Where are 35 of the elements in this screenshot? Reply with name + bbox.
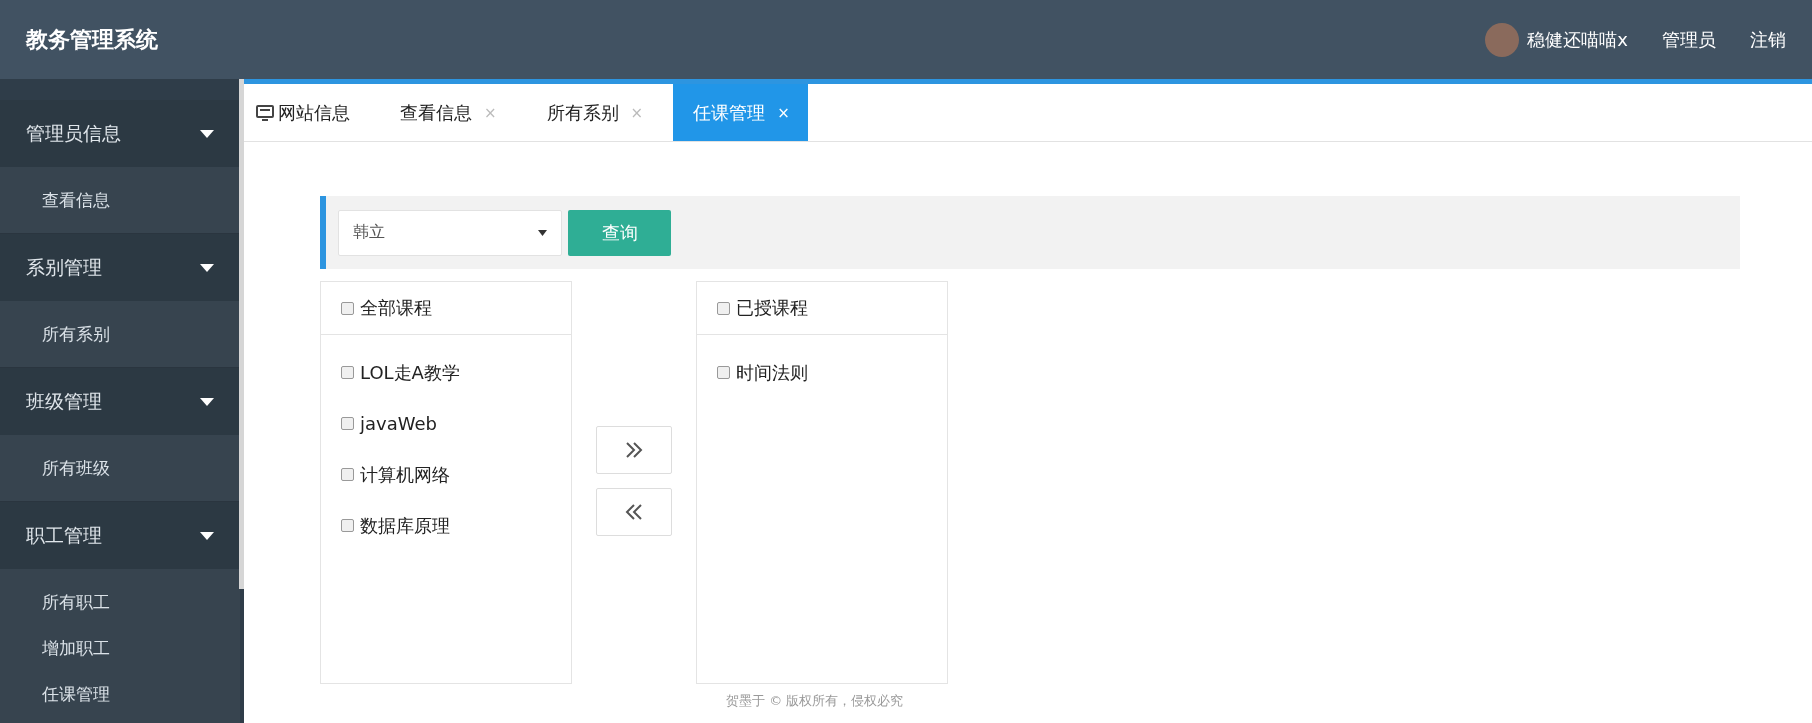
dropdown-arrow-icon bbox=[538, 229, 547, 236]
checkbox[interactable]: LOL走A教学 bbox=[341, 360, 460, 385]
move-left-button[interactable] bbox=[596, 488, 672, 536]
checkbox[interactable]: 计算机网络 bbox=[341, 462, 450, 487]
checkbox[interactable]: 数据库原理 bbox=[341, 513, 450, 538]
sidebar-group[interactable]: 管理员信息 bbox=[0, 100, 240, 167]
sidebar-group[interactable]: 职工管理 bbox=[0, 502, 240, 569]
caret-icon bbox=[200, 397, 214, 406]
caret-icon bbox=[200, 129, 214, 138]
app-title: 教务管理系统 bbox=[26, 25, 158, 54]
move-right-button[interactable] bbox=[596, 426, 672, 474]
double-chevron-right-icon bbox=[625, 442, 643, 458]
tab[interactable]: 所有系别 × bbox=[526, 84, 662, 141]
sidebar-item[interactable]: 增加职工 bbox=[0, 625, 240, 671]
checkbox[interactable]: 时间法则 bbox=[717, 360, 808, 385]
tab[interactable]: 查看信息 × bbox=[380, 84, 515, 141]
checkbox[interactable]: 全部课程 bbox=[341, 296, 432, 320]
footer-text: 贺墨于 © 版权所有，侵权必究 bbox=[726, 692, 905, 710]
sidebar-group[interactable]: 班级管理 bbox=[0, 368, 240, 435]
monitor-icon bbox=[256, 103, 274, 122]
user-name: 稳健还喵喵x bbox=[1527, 27, 1628, 52]
sidebar-group[interactable]: 系别管理 bbox=[0, 234, 240, 301]
sidebar-item[interactable]: 所有职工 bbox=[0, 579, 240, 625]
sidebar-item[interactable]: 任课管理 bbox=[0, 671, 240, 717]
checkbox[interactable]: javaWeb bbox=[341, 413, 437, 434]
checkbox[interactable]: 已授课程 bbox=[717, 296, 808, 320]
header-link[interactable]: 管理员 bbox=[1662, 27, 1716, 52]
caret-icon bbox=[200, 263, 214, 272]
caret-icon bbox=[200, 531, 214, 540]
double-chevron-left-icon bbox=[625, 504, 643, 520]
tab[interactable]: 网站信息 bbox=[244, 84, 368, 141]
scrollbar[interactable] bbox=[239, 79, 244, 589]
header-link[interactable]: 注销 bbox=[1750, 27, 1786, 52]
user-avatar bbox=[1485, 22, 1520, 57]
teacher-select[interactable]: 韩立 bbox=[338, 209, 562, 256]
